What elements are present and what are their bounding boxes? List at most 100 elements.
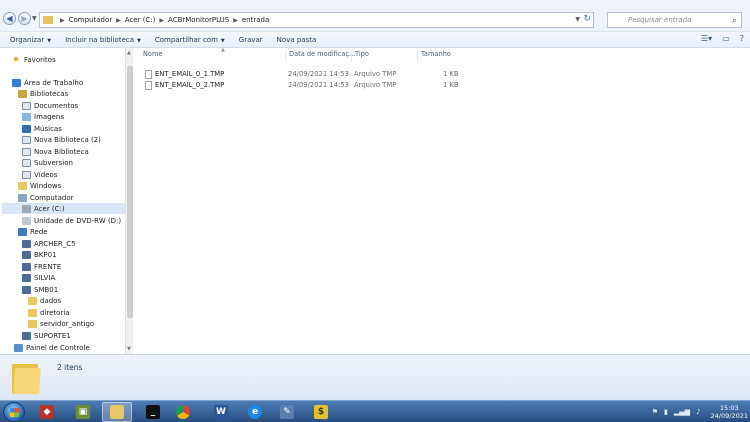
nav-item-libraries[interactable]: Bibliotecas	[18, 88, 68, 99]
breadcrumb-item[interactable]: Computador	[69, 16, 113, 24]
nav-item-computer[interactable]: Computador	[18, 192, 74, 203]
network-icon	[18, 227, 27, 236]
nav-item-suporte1[interactable]: SUPORTE1	[22, 330, 71, 341]
file-row[interactable]: ENT_EMAIL_0_2.TMP	[145, 79, 224, 91]
tray-network-icon[interactable]: ▮	[664, 408, 668, 416]
documents-icon	[22, 101, 31, 110]
system-tray: ⚑ ▮ ▂▄▆ ♪ 15:03 24/09/2021	[652, 403, 748, 421]
scroll-down-icon[interactable]: ▼	[127, 346, 131, 352]
forward-button[interactable]: ▶	[18, 12, 31, 25]
taskbar-app-explorer[interactable]	[102, 402, 132, 422]
nav-item-documents[interactable]: Documentos	[22, 100, 78, 111]
address-bar[interactable]: ▶ Computador ▶ Acer (C:) ▶ ACBrMonitorPL…	[39, 12, 594, 28]
refresh-icon[interactable]: ↻	[583, 14, 591, 24]
chevron-right-icon[interactable]: ▶	[60, 17, 65, 24]
control-panel-icon	[14, 343, 23, 352]
command-prompt-icon: _	[146, 405, 160, 419]
taskbar-app-delphi[interactable]: ◆	[32, 402, 62, 422]
breadcrumb-item[interactable]: Acer (C:)	[125, 16, 156, 24]
nav-item-archer[interactable]: ARCHER_C5	[22, 238, 76, 249]
chevron-right-icon[interactable]: ▶	[233, 17, 238, 24]
nav-item-dvd[interactable]: Unidade de DVD-RW (D:)	[22, 215, 121, 226]
nav-item-windows[interactable]: Windows	[18, 180, 61, 191]
preview-pane-icon[interactable]: ▭	[722, 34, 730, 43]
library-icon	[22, 147, 31, 156]
include-library-button[interactable]: Incluir na biblioteca ▼	[65, 36, 141, 44]
breadcrumb-item[interactable]: entrada	[242, 16, 269, 24]
burn-button[interactable]: Gravar	[239, 36, 263, 44]
nav-item-silvia[interactable]: SILVIA	[22, 272, 55, 283]
new-folder-button[interactable]: Nova pasta	[277, 36, 317, 44]
column-header-type[interactable]: Tipo	[351, 50, 369, 62]
taskbar-app-chrome[interactable]	[168, 402, 198, 422]
nav-item-desktop[interactable]: Área de Trabalho	[12, 77, 83, 88]
scroll-up-icon[interactable]: ▲	[127, 50, 131, 56]
nav-item-acer-c[interactable]: Acer (C:)	[2, 203, 125, 214]
back-button[interactable]: ◀	[3, 12, 16, 25]
file-icon	[145, 69, 152, 79]
nav-item-videos[interactable]: Vídeos	[22, 169, 57, 180]
file-name: ENT_EMAIL_0_1.TMP	[155, 70, 225, 78]
volume-icon[interactable]: ♪	[696, 408, 700, 416]
column-label: Nome	[143, 50, 163, 58]
taskbar-app-tool[interactable]: ▣	[68, 402, 98, 422]
nav-item-images[interactable]: Imagens	[22, 111, 64, 122]
column-header-modified[interactable]: Data de modificaç...	[285, 50, 355, 62]
library-icon	[22, 158, 31, 167]
dvd-drive-icon	[22, 216, 31, 225]
file-type: Arquivo TMP	[354, 81, 397, 89]
nav-item-diretoria[interactable]: diretoria	[28, 307, 70, 318]
explorer-icon	[110, 405, 124, 419]
nav-item-music[interactable]: Músicas	[22, 123, 62, 134]
recent-pages-dropdown-icon[interactable]: ▼	[32, 15, 37, 22]
nav-label: Nova Biblioteca	[34, 147, 89, 156]
file-list: Nome ▲ Data de modificaç... Tipo Tamanho …	[135, 47, 750, 354]
view-options-icon[interactable]: ☰▾	[701, 34, 712, 43]
clock-date: 24/09/2021	[710, 412, 748, 420]
word-icon: W	[214, 405, 228, 419]
paint-icon: ✎	[280, 405, 294, 419]
nav-item-favorites[interactable]: ★ Favoritos	[12, 54, 56, 65]
taskbar-app-ie[interactable]: e	[240, 402, 270, 422]
search-input[interactable]: Pesquisar entrada ⌕	[607, 12, 742, 28]
share-button[interactable]: Compartilhar com ▼	[155, 36, 225, 44]
help-icon[interactable]: ?	[740, 34, 744, 43]
nav-item-smb01[interactable]: SMB01	[22, 284, 58, 295]
nav-label: Imagens	[34, 112, 65, 121]
nav-label: BKP01	[34, 250, 57, 259]
scrollbar-thumb[interactable]	[127, 66, 133, 318]
taskbar-app-cmd[interactable]: _	[138, 402, 168, 422]
address-bar-area: ◀ ▶ ▼ ▶ Computador ▶ Acer (C:) ▶ ACBrMon…	[0, 0, 750, 32]
column-header-size[interactable]: Tamanho	[417, 50, 451, 62]
chevron-down-icon: ▼	[220, 37, 225, 44]
tray-flag-icon[interactable]: ⚑	[652, 408, 658, 416]
chevron-down-icon[interactable]: ▼	[575, 16, 580, 23]
nav-label: Subversion	[34, 158, 73, 167]
nav-item-dados[interactable]: dados	[28, 295, 61, 306]
navigation-scrollbar[interactable]: ▲ ▼	[125, 48, 133, 354]
nav-item-servidor-antigo[interactable]: servidor_antigo	[28, 318, 94, 329]
chevron-right-icon[interactable]: ▶	[159, 17, 164, 24]
column-header-name[interactable]: Nome ▲	[143, 47, 225, 62]
nav-item-new-library[interactable]: Nova Biblioteca	[22, 146, 89, 157]
clock[interactable]: 15:03 24/09/2021	[711, 404, 748, 420]
computer-icon	[18, 193, 27, 202]
breadcrumb-item[interactable]: ACBrMonitorPLUS	[168, 16, 229, 24]
taskbar-app-paint[interactable]: ✎	[272, 402, 302, 422]
nav-item-new-library-2[interactable]: Nova Biblioteca (2)	[22, 134, 101, 145]
nav-item-frente[interactable]: FRENTE	[22, 261, 61, 272]
taskbar-app-word[interactable]: W	[206, 402, 236, 422]
tray-signal-icon[interactable]: ▂▄▆	[674, 408, 690, 416]
search-icon[interactable]: ⌕	[732, 14, 737, 28]
chevron-right-icon[interactable]: ▶	[116, 17, 121, 24]
nav-item-subversion[interactable]: Subversion	[22, 157, 73, 168]
start-button[interactable]	[3, 402, 25, 422]
nav-item-control-panel[interactable]: Painel de Controle	[14, 342, 90, 353]
details-pane: 2 itens	[0, 354, 750, 400]
library-icon	[22, 135, 31, 144]
shared-folder-icon	[28, 319, 37, 328]
nav-item-bkp01[interactable]: BKP01	[22, 249, 57, 260]
taskbar-app-acbr[interactable]: $	[306, 402, 336, 422]
organize-button[interactable]: Organizar ▼	[10, 36, 51, 44]
nav-item-network[interactable]: Rede	[18, 226, 48, 237]
